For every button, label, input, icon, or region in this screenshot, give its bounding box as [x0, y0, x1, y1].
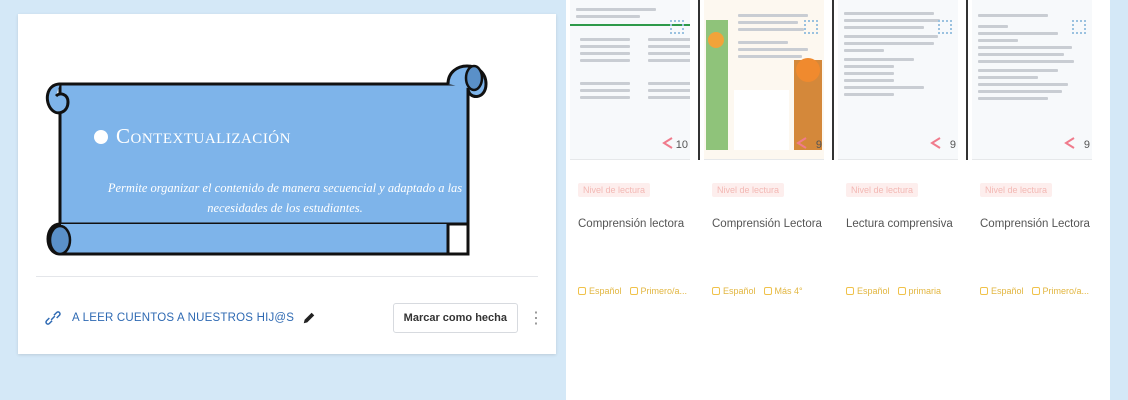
resource-meta: Español primaria	[846, 286, 941, 296]
grade-icon	[629, 287, 638, 295]
level-badge: Nivel de lectura	[980, 183, 1053, 197]
level-badge: Nivel de lectura	[846, 183, 919, 197]
banner-title-text: Contextualización	[116, 124, 291, 148]
resource-thumbnail: 9	[704, 0, 824, 160]
more-options-icon[interactable]: ⋮	[528, 308, 544, 328]
subject-icon	[712, 287, 720, 295]
resource-card[interactable]: 9 Nivel de lectura Lectura comprensiva E…	[838, 0, 958, 320]
subject-label: Español	[589, 286, 622, 296]
grade-label: primaria	[908, 286, 942, 296]
grade-icon	[763, 287, 772, 295]
grade-icon	[897, 287, 906, 295]
resource-thumbnail: 10	[570, 0, 690, 160]
user-icon	[94, 129, 108, 144]
share-count: 9	[1083, 139, 1090, 151]
resource-card[interactable]: 9 Nivel de lectura Comprensión Lectora E…	[972, 0, 1092, 320]
link-icon	[45, 311, 61, 325]
banner-description: Permite organizar el contenido de manera…	[107, 181, 463, 215]
grade-label: Más 4°	[774, 286, 803, 296]
lesson-row: A LEER CUENTOS A NUESTROS HIJ@S Marcar c…	[42, 298, 544, 338]
resources-panel: 10 Nivel de lectura Comprensión lectora …	[566, 0, 1110, 400]
resource-title[interactable]: Lectura comprensiva	[846, 218, 953, 230]
subject-label: Español	[991, 286, 1024, 296]
grade-icon	[1031, 287, 1040, 295]
banner-title: Contextualización	[94, 124, 414, 149]
resource-meta: Español Primero/a...	[578, 286, 687, 296]
share-icon[interactable]	[794, 135, 810, 151]
level-badge: Nivel de lectura	[578, 183, 651, 197]
share-icon[interactable]	[1062, 135, 1078, 151]
resource-card[interactable]: 9 Nivel de lectura Comprensión Lectora E…	[704, 0, 824, 320]
grade-label: Primero/a...	[640, 286, 688, 296]
resource-thumbnail: 9	[838, 0, 958, 160]
divider	[36, 276, 538, 277]
subject-icon	[846, 287, 854, 295]
scroll-banner: Contextualización Permite organizar el c…	[38, 40, 504, 270]
scroll-banner-graphic	[45, 64, 488, 256]
share-icon[interactable]	[660, 135, 676, 151]
resource-title[interactable]: Comprensión Lectora	[712, 218, 822, 230]
grade-label: Primero/a...	[1042, 286, 1090, 296]
subject-label: Español	[857, 286, 890, 296]
share-icon[interactable]	[928, 135, 944, 151]
resource-title[interactable]: Comprensión lectora	[578, 218, 684, 230]
resource-card[interactable]: 10 Nivel de lectura Comprensión lectora …	[570, 0, 690, 320]
lesson-panel: Contextualización Permite organizar el c…	[18, 14, 556, 354]
share-count: 10	[675, 139, 688, 151]
resource-title[interactable]: Comprensión Lectora	[980, 218, 1090, 230]
lesson-link[interactable]: A LEER CUENTOS A NUESTROS HIJ@S	[72, 312, 294, 324]
share-count: 9	[949, 139, 956, 151]
subject-icon	[578, 287, 586, 295]
level-badge: Nivel de lectura	[712, 183, 785, 197]
share-count: 9	[815, 139, 822, 151]
subject-icon	[980, 287, 988, 295]
resource-meta: Español Más 4°	[712, 286, 803, 296]
mark-done-button[interactable]: Marcar como hecha	[392, 303, 518, 333]
page-edge	[1110, 0, 1128, 400]
subject-label: Español	[723, 286, 756, 296]
resource-meta: Español Primero/a...	[980, 286, 1089, 296]
pencil-icon[interactable]	[302, 311, 316, 325]
resource-thumbnail: 9	[972, 0, 1092, 160]
